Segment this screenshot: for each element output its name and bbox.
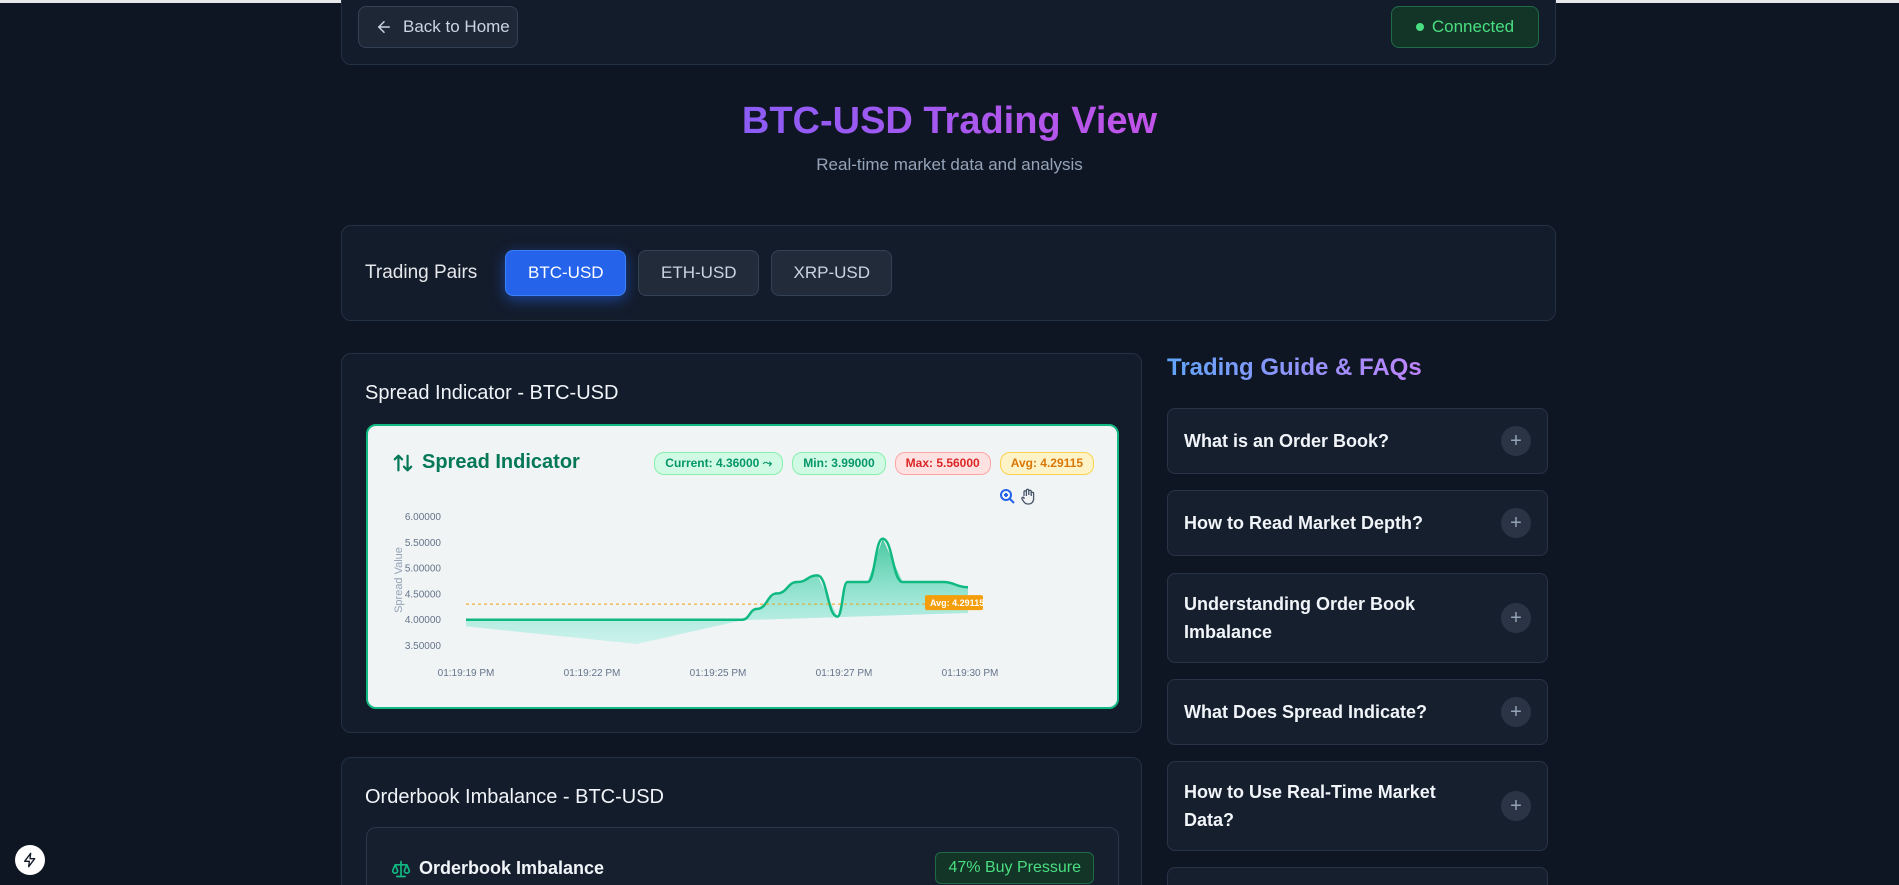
y-tick-label: 3.50000 [405, 641, 442, 652]
plus-icon[interactable]: + [1501, 697, 1531, 727]
plus-icon[interactable]: + [1501, 603, 1531, 633]
y-tick-label: 6.00000 [405, 512, 442, 523]
pair-button-btc-usd[interactable]: BTC-USD [505, 250, 627, 296]
spread-chart-panel: Spread Indicator Current: 4.36000 ⤳ Min:… [366, 424, 1119, 709]
spread-chart: 6.00000 5.50000 5.00000 4.50000 4.00000 3.500… [393, 488, 1035, 679]
faq-item-next[interactable] [1167, 867, 1548, 885]
faq-question: What is an Order Book? [1184, 431, 1390, 451]
plus-icon[interactable]: + [1501, 791, 1531, 821]
y-axis-label: Spread Value [393, 547, 405, 613]
faq-item-imbalance[interactable]: Understanding Order Book Imbalance + [1167, 573, 1548, 663]
y-tick-label: 4.00000 [405, 615, 442, 626]
status-label: Connected [1431, 17, 1515, 36]
hand-pan-icon[interactable] [1021, 488, 1035, 505]
pair-button-xrp-usd[interactable]: XRP-USD [771, 250, 893, 296]
plus-icon[interactable]: + [1501, 426, 1531, 456]
spread-card-title: Spread Indicator - BTC-USD [365, 382, 619, 404]
y-tick-label: 4.50000 [405, 589, 442, 600]
trading-pairs-label: Trading Pairs [365, 262, 478, 283]
arrow-left-icon [377, 21, 390, 33]
faq-question: How to Use Real-Time Market Data? [1184, 782, 1436, 830]
faq-question: How to Read Market Depth? [1184, 513, 1424, 533]
faq-question: Understanding Order Book Imbalance [1184, 594, 1416, 642]
faq-question: What Does Spread Indicate? [1184, 702, 1428, 722]
faq-title: Trading Guide & FAQs [1167, 354, 1422, 381]
x-tick-label: 01:19:19 PM [438, 668, 495, 679]
buy-pressure-badge: 47% Buy Pressure [935, 852, 1094, 884]
faq-item-realtime-data[interactable]: How to Use Real-Time Market Data? + [1167, 761, 1548, 851]
x-tick-label: 01:19:22 PM [564, 668, 621, 679]
x-tick-label: 01:19:30 PM [942, 668, 999, 679]
y-tick-label: 5.00000 [405, 564, 442, 575]
top-bar: Back to Home Connected [341, 0, 1556, 65]
faq-item-spread[interactable]: What Does Spread Indicate? + [1167, 679, 1548, 745]
y-axis: 6.00000 5.50000 5.00000 4.50000 4.00000 3.500… [393, 512, 441, 652]
scale-icon [391, 860, 411, 877]
lightning-bolt-icon[interactable] [15, 845, 45, 875]
back-label: Back to Home [403, 17, 510, 36]
page-title: BTC-USD Trading View [741, 100, 1158, 142]
faq-item-market-depth[interactable]: How to Read Market Depth? + [1167, 490, 1548, 556]
average-marker-label: Avg: 4.29115 [930, 598, 984, 608]
orderbook-panel-header: Orderbook Imbalance [391, 858, 604, 879]
spread-card: Spread Indicator - BTC-USD Spread Indica… [341, 353, 1142, 733]
connection-status-badge: Connected [1391, 6, 1539, 48]
orderbook-panel-title: Orderbook Imbalance [419, 858, 605, 878]
page-subtitle: Real-time market data and analysis [816, 155, 1083, 174]
spread-area [466, 538, 968, 644]
zoom-in-icon[interactable] [1000, 489, 1015, 504]
pair-button-eth-usd[interactable]: ETH-USD [638, 250, 760, 296]
orderbook-card: Orderbook Imbalance - BTC-USD Orderbook … [341, 757, 1142, 885]
plot-area: Avg: 4.29115 [466, 537, 984, 644]
orderbook-card-title: Orderbook Imbalance - BTC-USD [365, 786, 664, 808]
status-dot-icon [1415, 23, 1424, 31]
x-tick-label: 01:19:25 PM [690, 668, 747, 679]
x-axis: 01:19:19 PM 01:19:22 PM 01:19:25 PM 01:19:2… [438, 668, 999, 679]
trading-pairs-bar: Trading Pairs BTC-USD ETH-USD XRP-USD [341, 225, 1556, 321]
faq-item-order-book[interactable]: What is an Order Book? + [1167, 408, 1548, 474]
y-tick-label: 5.50000 [405, 538, 442, 549]
orderbook-panel: Orderbook Imbalance 47% Buy Pressure [366, 827, 1119, 885]
page-title-wrap: BTC-USD Trading View [0, 100, 1899, 143]
x-tick-label: 01:19:27 PM [816, 668, 873, 679]
back-to-home-button[interactable]: Back to Home [358, 6, 518, 48]
plus-icon[interactable]: + [1501, 508, 1531, 538]
